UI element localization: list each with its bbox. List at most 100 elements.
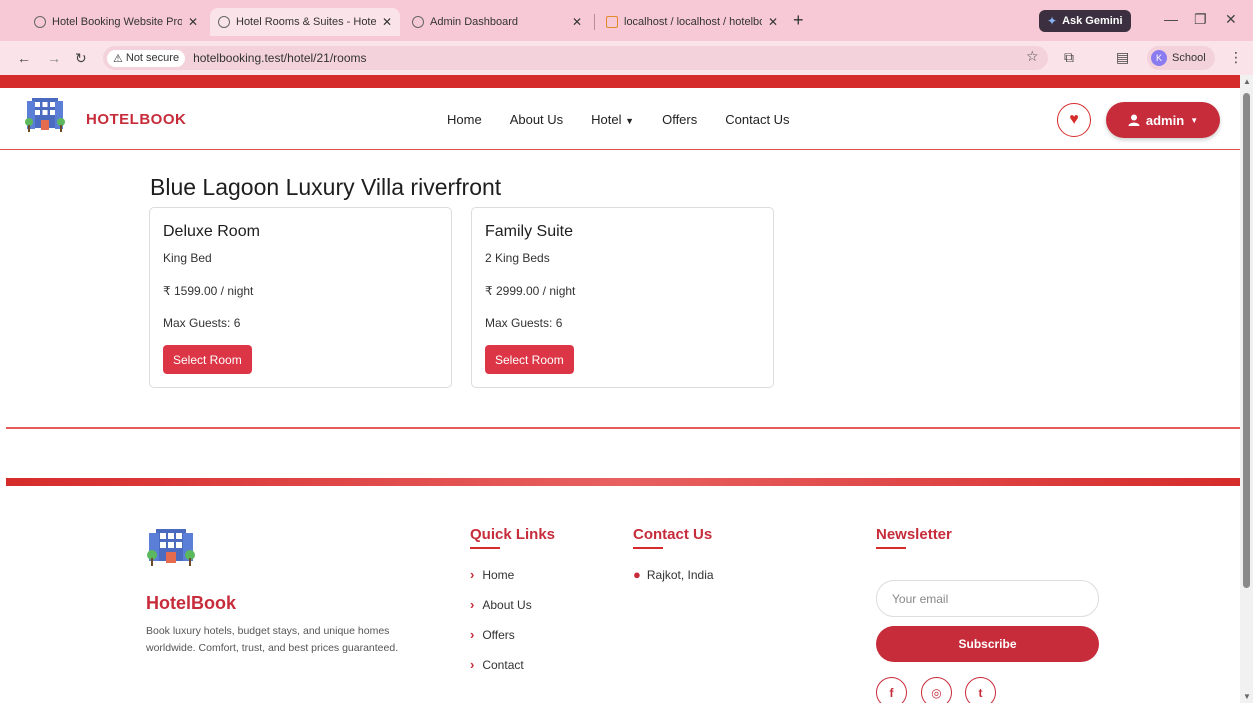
back-icon[interactable]: ← — [17, 50, 31, 66]
admin-label: admin — [1145, 112, 1185, 128]
address-bar[interactable]: ⚠ Not secure hotelbooking.test/hotel/21/… — [103, 46, 1048, 70]
location-text: Rajkot, India — [646, 567, 714, 582]
security-badge[interactable]: ⚠ Not secure — [107, 49, 186, 67]
room-price: ₹ 2999.00 / night — [485, 284, 576, 298]
reload-icon[interactable]: ↻ — [75, 50, 87, 67]
select-room-button[interactable]: Select Room — [163, 345, 252, 374]
section-divider — [6, 427, 1240, 429]
tab-hotel-booking-project[interactable]: Hotel Booking Website Project ✕ — [26, 8, 206, 36]
user-icon — [1128, 114, 1140, 126]
bookmark-star-icon[interactable]: ☆ — [1026, 48, 1039, 65]
page-scrollbar[interactable]: ▲ ▼ — [1240, 75, 1253, 703]
admin-menu-button[interactable]: admin ▼ — [1106, 102, 1220, 138]
globe-icon — [34, 16, 46, 28]
title-underline — [876, 547, 906, 549]
room-max-guests: Max Guests: 6 — [163, 316, 241, 330]
reading-mode-icon[interactable]: ▤ — [1116, 49, 1129, 66]
nav-offers[interactable]: Offers — [662, 112, 697, 127]
gemini-icon: ✦ — [1047, 14, 1058, 28]
wishlist-button[interactable]: ♥ — [1057, 103, 1091, 137]
chevron-right-icon: › — [470, 657, 475, 672]
newsletter-email-input[interactable]: Your email — [876, 580, 1099, 617]
footer-accent-strip — [6, 478, 1240, 486]
security-label: Not secure — [125, 52, 180, 64]
ask-gemini-label: Ask Gemini — [1062, 15, 1123, 27]
link-label: Home — [482, 567, 515, 582]
heart-icon: ♥ — [1069, 111, 1079, 128]
link-label: Contact — [482, 657, 524, 672]
chevron-right-icon: › — [470, 627, 475, 642]
tab-hotel-rooms[interactable]: Hotel Rooms & Suites - HotelB ✕ — [210, 8, 400, 36]
close-icon[interactable]: ✕ — [768, 15, 778, 29]
contact-location: ● Rajkot, India — [633, 567, 714, 582]
site-brand[interactable]: HOTELBOOK — [86, 111, 186, 128]
page-viewport: HOTELBOOK Home About Us Hotel ▼ Offers C… — [0, 75, 1240, 703]
main-nav: Home About Us Hotel ▼ Offers Contact Us — [447, 112, 790, 127]
ask-gemini-button[interactable]: ✦ Ask Gemini — [1039, 10, 1131, 32]
footer-link-contact[interactable]: › Contact — [470, 657, 524, 672]
window-close-icon[interactable]: ✕ — [1225, 11, 1237, 28]
room-max-guests: Max Guests: 6 — [485, 316, 563, 330]
profile-button[interactable]: K School — [1147, 46, 1215, 70]
facebook-icon[interactable]: f — [876, 677, 907, 703]
nav-about-us[interactable]: About Us — [510, 112, 563, 127]
tab-label: Hotel Rooms & Suites - HotelB — [236, 16, 376, 28]
extensions-icon[interactable]: ⧉ — [1064, 49, 1074, 66]
avatar: K — [1151, 50, 1167, 66]
nav-home[interactable]: Home — [447, 112, 482, 127]
scroll-thumb[interactable] — [1243, 93, 1250, 588]
room-price: ₹ 1599.00 / night — [163, 284, 254, 298]
forward-icon[interactable]: → — [47, 50, 61, 66]
footer-link-home[interactable]: › Home — [470, 567, 514, 582]
warning-icon: ⚠ — [113, 52, 123, 65]
footer-link-about-us[interactable]: › About Us — [470, 597, 532, 612]
hotel-title: Blue Lagoon Luxury Villa riverfront — [150, 174, 502, 200]
tab-admin-dashboard[interactable]: Admin Dashboard ✕ — [404, 8, 590, 36]
contact-us-title: Contact Us — [633, 526, 713, 543]
tab-phpmyadmin[interactable]: localhost / localhost / hotelboo ✕ — [598, 8, 786, 36]
chevron-right-icon: › — [470, 597, 475, 612]
minimize-icon[interactable]: — — [1164, 11, 1178, 27]
nav-hotel-label: Hotel — [591, 112, 622, 127]
footer-brand: HotelBook — [146, 593, 236, 613]
link-label: About Us — [482, 597, 532, 612]
restore-icon[interactable]: ❐ — [1194, 11, 1207, 28]
browser-tab-bar: Hotel Booking Website Project ✕ Hotel Ro… — [0, 0, 1253, 41]
chevron-right-icon: › — [470, 567, 475, 582]
room-title: Deluxe Room — [163, 223, 260, 240]
new-tab-button[interactable]: + — [793, 10, 804, 31]
title-underline — [633, 547, 663, 549]
footer-link-offers[interactable]: › Offers — [470, 627, 515, 642]
room-card: Family Suite 2 King Beds ₹ 2999.00 / nig… — [471, 207, 774, 388]
profile-name: School — [1172, 52, 1206, 64]
browser-toolbar: ← → ↻ ⚠ Not secure hotelbooking.test/hot… — [0, 41, 1253, 75]
site-header: HOTELBOOK Home About Us Hotel ▼ Offers C… — [0, 88, 1240, 150]
browser-menu-icon[interactable]: ⋮ — [1229, 49, 1243, 66]
close-icon[interactable]: ✕ — [382, 15, 392, 29]
url-text[interactable]: hotelbooking.test/hotel/21/rooms — [193, 51, 366, 65]
hotel-logo-icon[interactable] — [24, 95, 66, 135]
close-icon[interactable]: ✕ — [188, 15, 198, 29]
newsletter-title: Newsletter — [876, 526, 952, 543]
map-pin-icon: ● — [633, 567, 641, 582]
select-room-button[interactable]: Select Room — [485, 345, 574, 374]
footer-description: Book luxury hotels, budget stays, and un… — [146, 625, 399, 654]
room-bed: 2 King Beds — [485, 251, 550, 265]
nav-contact-us[interactable]: Contact Us — [725, 112, 789, 127]
nav-hotel-dropdown[interactable]: Hotel ▼ — [591, 112, 634, 127]
phpmyadmin-icon — [606, 16, 618, 28]
room-bed: King Bed — [163, 251, 212, 265]
scroll-up-icon[interactable]: ▲ — [1243, 77, 1251, 86]
hotel-logo-icon — [147, 529, 195, 566]
scroll-down-icon[interactable]: ▼ — [1243, 692, 1251, 701]
instagram-icon[interactable]: ◎ — [921, 677, 952, 703]
quick-links-title: Quick Links — [470, 526, 556, 543]
globe-icon — [412, 16, 424, 28]
close-icon[interactable]: ✕ — [572, 15, 582, 29]
tab-separator — [594, 14, 595, 30]
title-underline — [470, 547, 500, 549]
subscribe-button[interactable]: Subscribe — [876, 626, 1099, 662]
room-title: Family Suite — [485, 223, 574, 240]
twitter-icon[interactable]: t — [965, 677, 996, 703]
room-card: Deluxe Room King Bed ₹ 1599.00 / night M… — [149, 207, 452, 388]
